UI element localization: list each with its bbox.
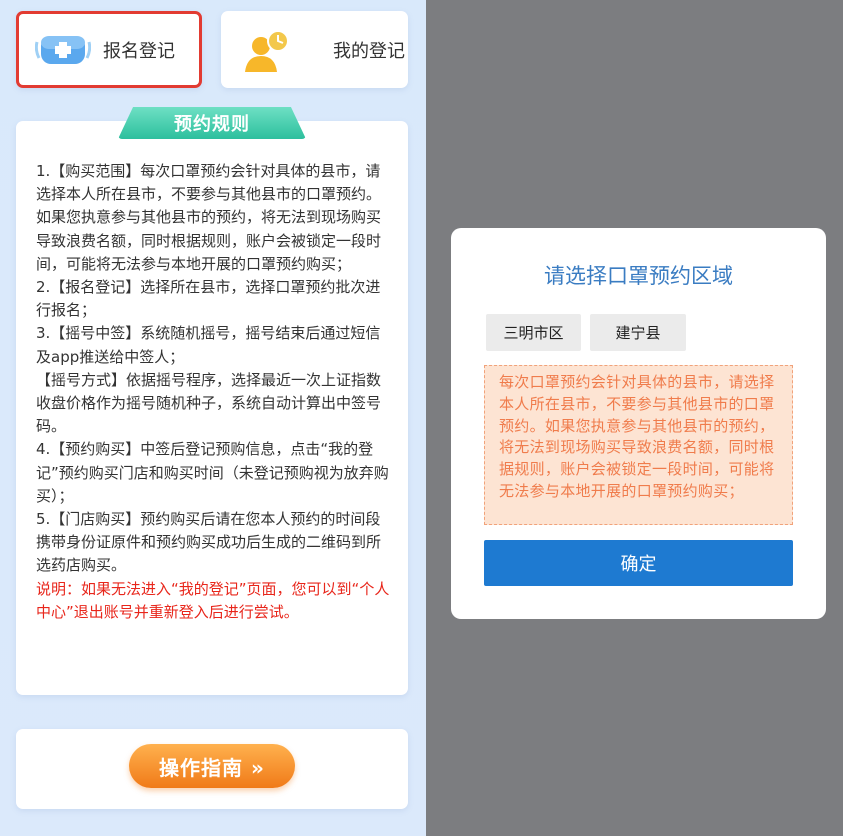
dialog-title: 请选择口罩预约区域 [544, 264, 733, 288]
rule-paragraph: 5.【门店购买】预约购买后请在您本人预约的时间段携带身份证原件和预约购买成功后生… [36, 510, 382, 575]
user-clock-icon [243, 29, 295, 72]
register-label: 报名登记 [103, 40, 175, 62]
notice-box: 每次口罩预约会针对具体的县市，请选择本人所在县市，不要参与其他县市的口罩预约。如… [484, 365, 793, 525]
region-option-sanming[interactable]: 三明市区 [486, 314, 581, 351]
guide-card: 操作指南 » [16, 729, 408, 809]
region-option-jianning[interactable]: 建宁县 [590, 314, 686, 351]
rule-paragraph: 3.【摇号中签】系统随机摇号，摇号结束后通过短信及app推送给中签人； [36, 324, 381, 366]
mask-icon [34, 30, 92, 70]
rules-text: 1.【购买范围】每次口罩预约会针对具体的县市，请选择本人所在县市，不要参与其他县… [36, 160, 392, 624]
my-registration-label: 我的登记 [333, 40, 405, 62]
my-registration-card[interactable]: 我的登记 [221, 11, 408, 88]
rule-paragraph: 4.【预约购买】中签后登记预购信息，点击“我的登记”预约购买门店和购买时间（未登… [36, 440, 389, 505]
rules-title: 预约规则 [118, 107, 306, 139]
rule-paragraph: 1.【购买范围】每次口罩预约会针对具体的县市，请选择本人所在县市，不要参与其他县… [36, 162, 382, 273]
rules-note: 说明：如果无法进入“我的登记”页面，您可以到“个人中心”退出账号并重新登入后进行… [36, 579, 390, 621]
confirm-button[interactable]: 确定 [484, 540, 793, 586]
left-pane: 报名登记 我的登记 预约规则 1.【购买范围】每次口罩预约会针对具体的县市，请选… [0, 0, 426, 836]
rule-paragraph: 【摇号方式】依据摇号程序，选择最近一次上证指数收盘价格作为摇号随机种子，系统自动… [36, 370, 382, 436]
operation-guide-button[interactable]: 操作指南 » [129, 744, 295, 788]
region-select-dialog: 请选择口罩预约区域 三明市区 建宁县 每次口罩预约会针对具体的县市，请选择本人所… [451, 228, 826, 619]
rule-paragraph: 2.【报名登记】选择所在县市，选择口罩预约批次进行报名； [36, 278, 381, 320]
register-card[interactable]: 报名登记 [16, 11, 202, 88]
